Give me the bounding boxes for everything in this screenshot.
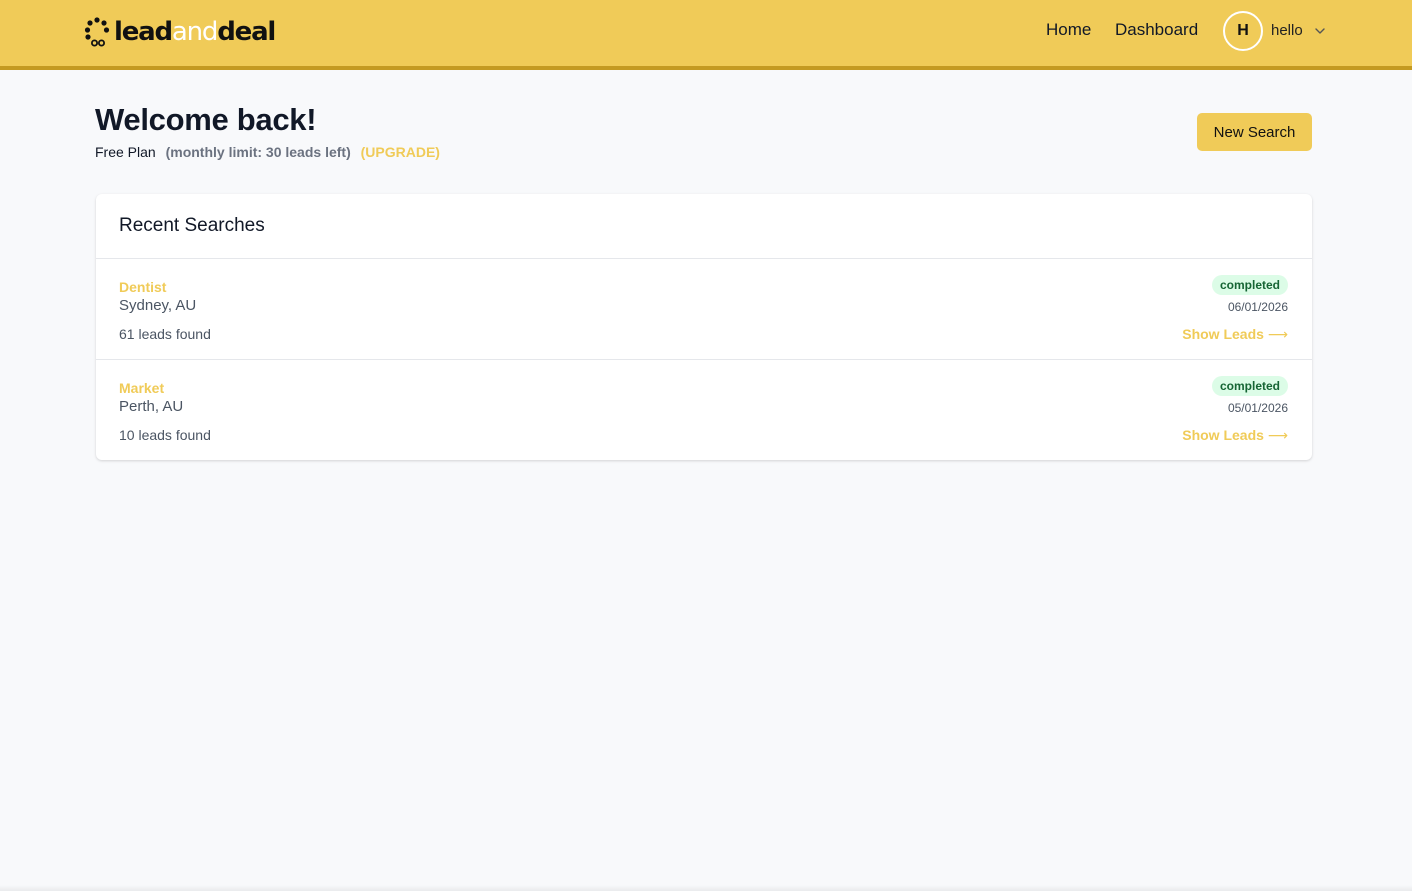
bottom-shadow — [0, 885, 1412, 891]
search-location: Sydney, AU — [119, 297, 197, 314]
nav-home-link[interactable]: Home — [1046, 20, 1091, 40]
new-search-button[interactable]: New Search — [1197, 113, 1312, 151]
show-leads-label: Show Leads — [1182, 427, 1264, 443]
arrow-right-icon: ⟶ — [1267, 326, 1288, 342]
logo[interactable]: leadanddeal — [84, 14, 276, 50]
list-item: Dentist Sydney, AU 61 leads found comple… — [96, 259, 1312, 359]
plan-info: Free Plan (monthly limit: 30 leads left)… — [95, 143, 440, 161]
nav-dashboard-link[interactable]: Dashboard — [1115, 20, 1198, 40]
status-badge: completed — [1211, 275, 1288, 295]
leads-count: 61 leads found — [119, 326, 211, 342]
logo-word-lead: lead — [114, 17, 173, 47]
search-date: 06/01/2026 — [1227, 300, 1288, 314]
arrow-right-icon: ⟶ — [1267, 427, 1288, 443]
show-leads-link[interactable]: Show Leads ⟶ — [1182, 325, 1288, 343]
plan-limit: (monthly limit: 30 leads left) — [165, 144, 351, 160]
search-location: Perth, AU — [119, 398, 184, 415]
leads-count: 10 leads found — [119, 427, 211, 443]
user-menu-name[interactable]: hello — [1271, 22, 1303, 40]
logo-word-deal: deal — [217, 17, 276, 47]
status-badge: completed — [1211, 376, 1288, 396]
chevron-down-icon[interactable] — [1313, 24, 1327, 38]
page-title: Welcome back! — [95, 102, 317, 137]
logo-text: leadanddeal — [114, 14, 276, 50]
card-title: Recent Searches — [119, 215, 265, 236]
search-date: 05/01/2026 — [1227, 401, 1288, 415]
search-term-link[interactable]: Dentist — [119, 278, 166, 296]
logo-mark-icon — [84, 17, 110, 47]
show-leads-link[interactable]: Show Leads ⟶ — [1182, 426, 1288, 444]
show-leads-label: Show Leads — [1182, 326, 1264, 342]
recent-searches-card: Recent Searches Dentist Sydney, AU 61 le… — [96, 194, 1312, 460]
avatar[interactable]: H — [1223, 11, 1263, 51]
avatar-initial: H — [1237, 22, 1249, 39]
plan-name: Free Plan — [95, 144, 156, 160]
logo-word-and: and — [171, 17, 219, 47]
top-header: leadanddeal Home Dashboard H hello — [0, 0, 1412, 70]
search-term-link[interactable]: Market — [119, 379, 164, 397]
list-item: Market Perth, AU 10 leads found complete… — [96, 360, 1312, 460]
upgrade-link[interactable]: (UPGRADE) — [361, 144, 440, 160]
